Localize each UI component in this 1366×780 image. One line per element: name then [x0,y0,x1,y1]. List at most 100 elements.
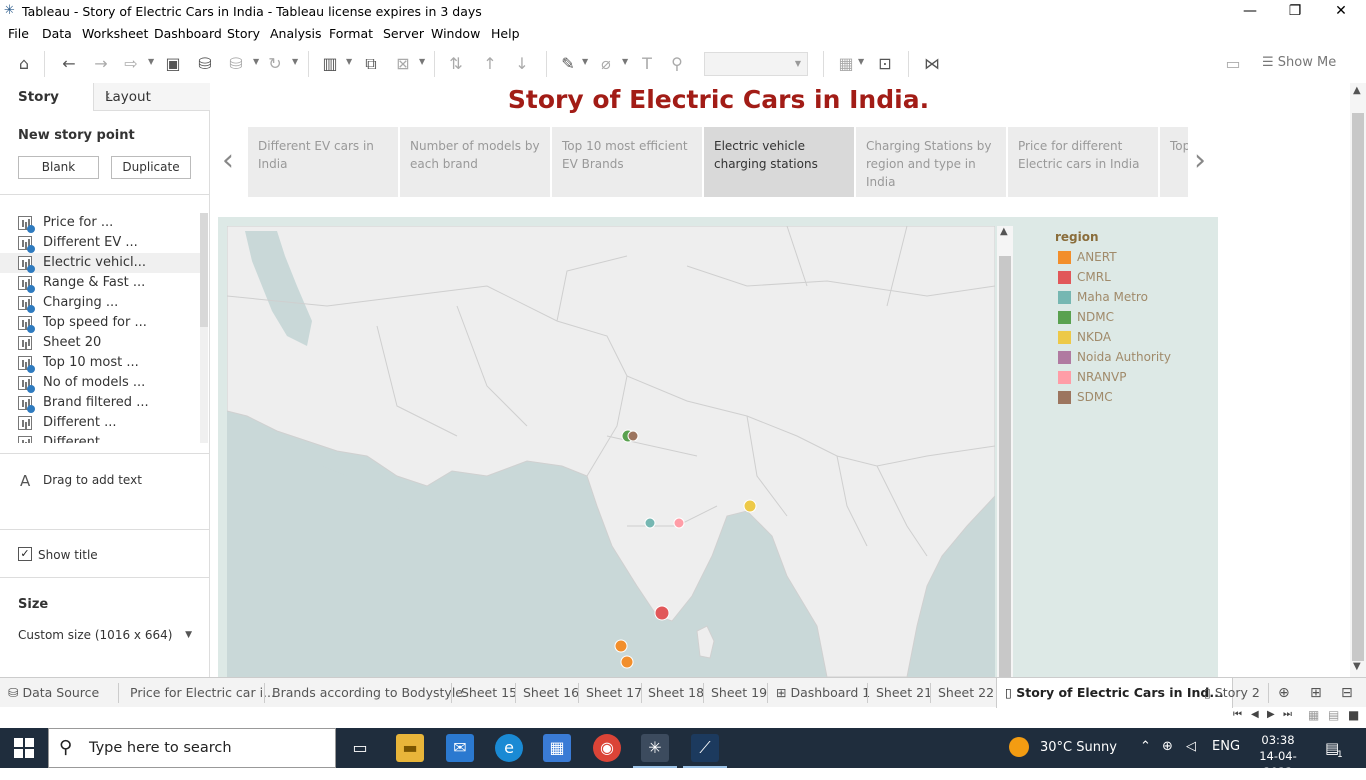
card-icon[interactable]: ▦ [835,53,857,75]
sheet-list-scrollbar[interactable] [200,213,208,443]
story-tab-active[interactable]: ▯ Story of Electric Cars in Ind... [996,678,1233,708]
sheet-tab[interactable]: Sheet 16 [523,678,579,708]
show-tabs-icon[interactable]: ■ [1348,708,1359,722]
undo-icon[interactable]: ← [58,53,80,75]
duplicate-sheet-icon[interactable]: ⧉ [360,53,382,75]
station-point[interactable] [620,655,634,669]
clock[interactable]: 03:38 14-04-2023 [1254,732,1302,780]
chrome-icon[interactable]: ◉ [593,734,621,762]
map-scrollbar[interactable]: ▲ [997,226,1013,677]
dashboard-tab[interactable]: ⊞ Dashboard 1 [776,678,870,708]
legend-item[interactable]: CMRL [1058,268,1218,288]
presentation-mode-icon[interactable]: ⊡ [874,53,896,75]
sheet-list-item[interactable]: Top speed for ... [0,313,200,333]
windows-start-icon[interactable] [14,738,34,758]
sheet-tab[interactable]: Sheet 15 [461,678,517,708]
story-tab[interactable]: ▯ Story 2 [1204,678,1260,708]
sheet-list-item[interactable]: Different ... [0,413,200,433]
station-point[interactable] [627,430,639,442]
last-tab-icon[interactable]: ⏭ [1283,709,1292,720]
menu-worksheet[interactable]: Worksheet [82,26,148,41]
show-title-checkbox[interactable]: ✓ [18,547,32,561]
story-point[interactable]: Number of models by each brand [400,127,550,197]
swap-icon[interactable]: ⇅ [445,53,467,75]
new-sheet-icon[interactable]: ▥ [319,53,341,75]
legend-item[interactable]: NDMC [1058,308,1218,328]
sheet-tab[interactable]: Sheet 17 [586,678,642,708]
chevron-down-icon[interactable]: ▼ [622,57,628,66]
chevron-down-icon[interactable]: ▼ [292,57,298,66]
menu-server[interactable]: Server [383,26,424,41]
sort-descending-icon[interactable]: ↓ [511,53,533,75]
task-view-icon[interactable]: ▭ [346,734,374,762]
tableau-taskbar-icon[interactable]: ✳ [633,734,677,768]
share-icon[interactable]: ⋈ [921,53,943,75]
sheet-list-item[interactable]: Brand filtered ... [0,393,200,413]
chevron-down-icon[interactable]: ▼ [346,57,352,66]
tab-data-source[interactable]: ⛁ Data Source [8,678,99,708]
sheet-list-item[interactable]: Different ... [0,433,200,443]
sheet-tab[interactable]: Sheet 21 [876,678,932,708]
scrollbar-thumb[interactable] [1352,113,1364,661]
menu-file[interactable]: File [8,26,29,41]
story-point-active[interactable]: Electric vehicle charging stations [704,127,854,197]
sheet-tab[interactable]: Price for Electric car i... [130,678,275,708]
scroll-up-icon[interactable]: ▲ [1353,85,1361,96]
mail-icon[interactable]: ✉ [446,734,474,762]
sheet-tab[interactable]: Sheet 19 [711,678,767,708]
maximize-button[interactable]: ❐ [1285,2,1305,20]
store-icon[interactable]: ▦ [543,734,571,762]
legend-item[interactable]: ANERT [1058,248,1218,268]
menu-story[interactable]: Story [227,26,260,41]
new-story-icon[interactable]: ⊟ [1341,678,1353,708]
sheet-list-item[interactable]: Sheet 20 [0,333,200,353]
chevron-down-icon[interactable]: ▼ [582,57,588,66]
taskbar-search-input[interactable]: ⚲ Type here to search [48,728,336,768]
save-icon[interactable]: ▣ [162,53,184,75]
collapse-pane-icon[interactable]: ‹ [105,88,202,104]
menu-format[interactable]: Format [329,26,373,41]
sheet-list-item[interactable]: No of models ... [0,373,200,393]
sheet-list-item[interactable]: Different EV ... [0,233,200,253]
highlight-icon[interactable]: ✎ [557,53,579,75]
scroll-up-icon[interactable]: ▲ [1000,226,1008,237]
first-tab-icon[interactable]: ⏮ [1233,709,1242,720]
refresh-icon[interactable]: ↻ [264,53,286,75]
show-me-button[interactable]: ☰ Show Me [1262,55,1336,70]
menu-help[interactable]: Help [491,26,520,41]
file-explorer-icon[interactable]: ▬ [396,734,424,762]
new-worksheet-icon[interactable]: ⊕ [1278,678,1290,708]
weather-text[interactable]: 30°C Sunny [1040,740,1117,755]
menu-analysis[interactable]: Analysis [270,26,322,41]
blank-button[interactable]: Blank [18,156,99,179]
legend-item[interactable]: NRANVP [1058,368,1218,388]
story-point[interactable]: Different EV cars in India [248,127,398,197]
prev-tab-icon[interactable]: ◀ [1251,709,1259,720]
chevron-down-icon[interactable]: ▼ [858,57,864,66]
size-select[interactable]: Custom size (1016 x 664) ▼ [18,628,194,648]
sheet-list-item[interactable]: Electric vehicl... [0,253,200,273]
edge-icon[interactable]: e [495,734,523,762]
station-point[interactable] [673,517,685,529]
tableau-prep-icon[interactable]: ⟋ [683,734,727,768]
sheet-list-item[interactable]: Range & Fast ... [0,273,200,293]
tab-layout[interactable]: Layout ‹ [93,83,210,111]
tab-story[interactable]: Story [0,83,93,111]
menu-window[interactable]: Window [431,26,480,41]
menu-dashboard[interactable]: Dashboard [154,26,222,41]
story-point[interactable]: Top 10 most efficient EV Brands [552,127,702,197]
scroll-down-icon[interactable]: ▼ [1353,661,1361,672]
legend-item[interactable]: Maha Metro [1058,288,1218,308]
show-filmstrip-icon[interactable]: ▤ [1328,708,1339,722]
redo-icon[interactable]: → [90,53,112,75]
volume-icon[interactable]: ◁ [1186,739,1196,754]
sheet-tab[interactable]: Sheet 22 [938,678,994,708]
chevron-down-icon[interactable]: ▼ [253,57,259,66]
story-point[interactable]: Top Bra [1160,127,1188,197]
drag-to-add-text[interactable]: Drag to add text [43,473,142,487]
new-data-source-icon[interactable]: ⛁ [194,53,216,75]
sheet-tab[interactable]: Sheet 18 [648,678,704,708]
close-button[interactable]: ✕ [1331,2,1351,20]
charging-stations-map[interactable] [227,226,995,677]
scrollbar-thumb[interactable] [999,256,1011,677]
